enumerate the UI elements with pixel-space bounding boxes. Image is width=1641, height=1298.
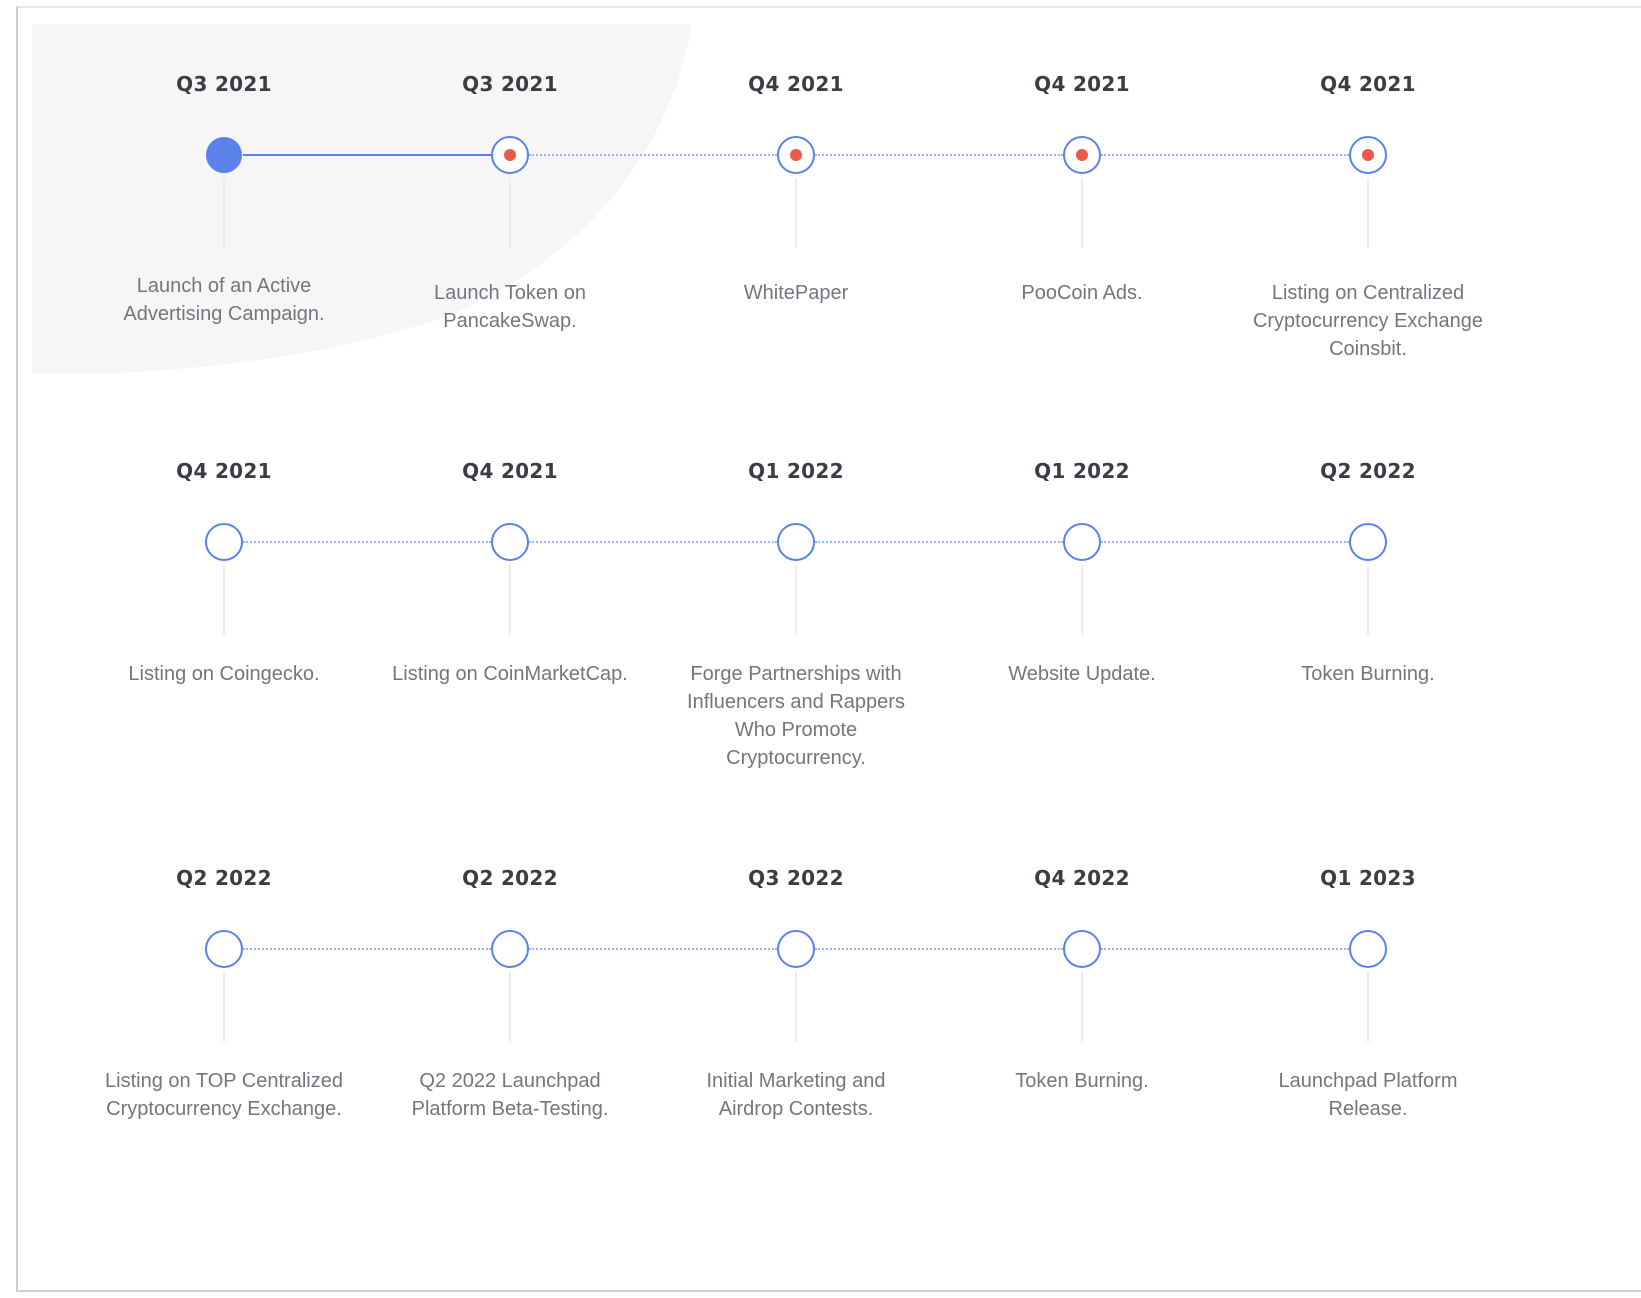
milestone-stem	[1367, 565, 1369, 635]
milestone-node-in-progress	[491, 136, 529, 174]
milestone-quarter: Q3 2022	[748, 866, 844, 890]
milestone-node-planned	[491, 523, 529, 561]
milestone-node-planned	[1063, 523, 1101, 561]
milestone-stem	[223, 565, 225, 635]
milestone-node-in-progress	[1349, 136, 1387, 174]
milestone-stem	[1081, 565, 1083, 635]
milestone-description: Initial Marketing and Airdrop Contests.	[706, 1070, 886, 1120]
milestone-description: Forge Partnerships with Influencers and …	[687, 663, 905, 769]
milestone-node-planned	[777, 523, 815, 561]
milestone-item: Q2 2022 Q2 2022 Launchpad Platform Beta-T…	[380, 866, 640, 1266]
milestone-quarter: Q4 2021	[462, 459, 558, 483]
milestone-description: Website Update.	[1008, 663, 1156, 685]
milestone-quarter: Q1 2023	[1320, 866, 1416, 890]
milestone-item: Q2 2022 Listing on TOP Centralized Crypto…	[94, 866, 354, 1266]
milestone-description: Token Burning.	[1015, 1070, 1149, 1092]
milestone-item: Q1 2023 Launchpad Platform Release.	[1238, 866, 1498, 1266]
milestone-quarter: Q4 2022	[1034, 866, 1130, 890]
milestone-description: Q2 2022 Launchpad Platform Beta-Testing.	[411, 1070, 609, 1120]
milestone-stem	[1081, 178, 1083, 248]
milestone-stem	[1367, 972, 1369, 1042]
milestone-description: Launchpad Platform Release.	[1278, 1070, 1458, 1120]
milestone-quarter: Q2 2022	[176, 866, 272, 890]
milestone-quarter: Q1 2022	[1034, 459, 1130, 483]
milestone-item: Q4 2021 Listing on CoinMarketCap.	[380, 459, 640, 859]
milestone-item: Q4 2022 Token Burning.	[952, 866, 1212, 1266]
milestone-item: Q4 2021 WhitePaper	[666, 72, 926, 472]
milestone-stem	[795, 565, 797, 635]
milestone-stem	[509, 178, 511, 248]
milestone-description: Listing on CoinMarketCap.	[392, 663, 628, 685]
milestone-item: Q3 2021 Launch Token on PancakeSwap.	[380, 72, 640, 472]
milestone-stem	[223, 178, 225, 248]
milestone-quarter: Q4 2021	[748, 72, 844, 96]
milestone-description: PooCoin Ads.	[1021, 282, 1143, 304]
milestone-description: Listing on Centralized Cryptocurrency Ex…	[1252, 282, 1484, 360]
milestone-item: Q4 2021 Listing on Centralized Cryptocurr…	[1238, 72, 1498, 472]
milestone-node-completed	[206, 137, 242, 173]
progress-dot-icon	[1362, 149, 1374, 161]
milestone-description: Token Burning.	[1301, 663, 1435, 685]
milestone-stem	[509, 565, 511, 635]
roadmap-row: Q2 2022 Listing on TOP Centralized Crypto…	[0, 866, 1641, 1266]
milestone-stem	[1081, 972, 1083, 1042]
milestone-stem	[795, 178, 797, 248]
milestone-quarter: Q2 2022	[462, 866, 558, 890]
milestone-item: Q4 2021 PooCoin Ads.	[952, 72, 1212, 472]
milestone-node-planned	[205, 930, 243, 968]
milestone-quarter: Q3 2021	[176, 72, 272, 96]
milestone-item: Q3 2021 Launch of an Active Advertising C…	[94, 72, 354, 472]
milestone-quarter: Q1 2022	[748, 459, 844, 483]
milestone-node-planned	[777, 930, 815, 968]
milestone-node-planned	[1349, 930, 1387, 968]
milestone-item: Q2 2022 Token Burning.	[1238, 459, 1498, 859]
milestone-node-planned	[1349, 523, 1387, 561]
milestone-node-in-progress	[1063, 136, 1101, 174]
milestone-item: Q3 2022 Initial Marketing and Airdrop Con…	[666, 866, 926, 1266]
milestone-quarter: Q4 2021	[1320, 72, 1416, 96]
progress-dot-icon	[1076, 149, 1088, 161]
milestone-description: Listing on TOP Centralized Cryptocurrenc…	[105, 1070, 343, 1120]
milestone-stem	[1367, 178, 1369, 248]
roadmap-row: Q3 2021 Launch of an Active Advertising C…	[0, 72, 1641, 472]
roadmap-page: Q3 2021 Launch of an Active Advertising C…	[0, 0, 1641, 1298]
milestone-stem	[795, 972, 797, 1042]
milestone-description: Launch of an Active Advertising Campaign…	[123, 275, 325, 325]
milestone-node-planned	[491, 930, 529, 968]
milestone-stem	[509, 972, 511, 1042]
milestone-item: Q1 2022 Website Update.	[952, 459, 1212, 859]
milestone-quarter: Q4 2021	[1034, 72, 1130, 96]
milestone-item: Q1 2022 Forge Partnerships with Influence…	[666, 459, 926, 859]
progress-dot-icon	[504, 149, 516, 161]
milestone-description: Listing on Coingecko.	[128, 663, 320, 685]
milestone-item: Q4 2021 Listing on Coingecko.	[94, 459, 354, 859]
milestone-quarter: Q3 2021	[462, 72, 558, 96]
milestone-node-planned	[205, 523, 243, 561]
milestone-quarter: Q2 2022	[1320, 459, 1416, 483]
progress-dot-icon	[790, 149, 802, 161]
roadmap-row: Q4 2021 Listing on Coingecko. Q4 2021 Listi…	[0, 459, 1641, 859]
milestone-quarter: Q4 2021	[176, 459, 272, 483]
milestone-node-in-progress	[777, 136, 815, 174]
milestone-description: WhitePaper	[743, 282, 849, 304]
milestone-description: Launch Token on PancakeSwap.	[434, 282, 586, 332]
milestone-node-planned	[1063, 930, 1101, 968]
milestone-stem	[223, 972, 225, 1042]
